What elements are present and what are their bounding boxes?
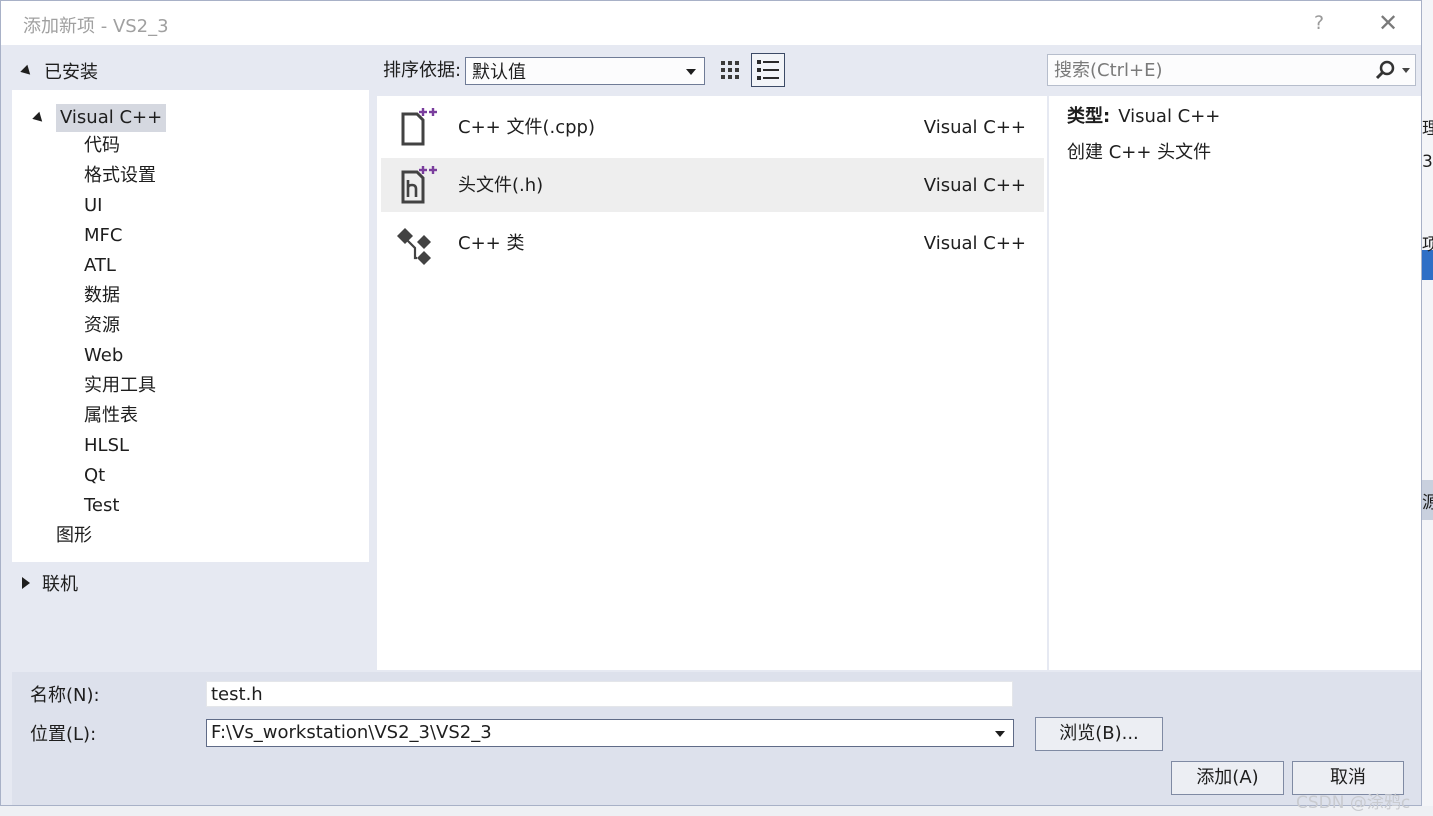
tree-item-qt[interactable]: Qt [84,462,105,490]
close-button[interactable]: ✕ [1371,7,1405,39]
watermark: CSDN @涂鸦c [1296,793,1411,813]
template-row-header-file[interactable]: 头文件(.h) Visual C++ [381,158,1044,212]
search-box[interactable] [1047,54,1416,86]
tree-item-data[interactable]: 数据 [84,282,120,310]
tree-item-formatting[interactable]: 格式设置 [84,162,156,190]
sort-label: 排序依据: [383,60,462,81]
template-name: C++ 类 [458,233,525,254]
tree-item-atl[interactable]: ATL [84,252,116,280]
help-button[interactable]: ? [1303,7,1335,39]
template-language: Visual C++ [923,233,1026,254]
online-label: 联机 [42,574,78,595]
ide-text-fragment: 理 [1422,119,1433,139]
tree-item-code[interactable]: 代码 [84,132,120,160]
template-row-cpp-file[interactable]: C++ 文件(.cpp) Visual C++ [381,100,1044,154]
chevron-down-icon[interactable] [1402,68,1410,73]
details-type-label: 类型: [1067,106,1111,127]
search-icon[interactable] [1374,60,1396,82]
location-value: F:\Vs_workstation\VS2_3\VS2_3 [211,722,492,743]
list-view-button[interactable] [751,53,785,87]
expand-arrow-icon[interactable] [32,111,46,125]
details-description: 创建 C++ 头文件 [1067,142,1212,163]
tree-item-visual-cpp[interactable]: Visual C++ [32,104,167,132]
tree-item-resources[interactable]: 资源 [84,312,120,340]
details-pane: 类型: Visual C++ 创建 C++ 头文件 [1049,96,1421,670]
tree-item-label: Visual C++ [56,104,167,132]
ide-text-fragment: 源 [1422,493,1433,513]
tree-item-property-sheets[interactable]: 属性表 [84,402,138,430]
installed-label: 已安装 [44,62,98,83]
tree-item-hlsl[interactable]: HLSL [84,432,129,460]
tree-item-utility[interactable]: 实用工具 [84,372,156,400]
template-language: Visual C++ [923,175,1026,196]
template-row-cpp-class[interactable]: C++ 类 Visual C++ [381,216,1044,270]
tree-online-header[interactable]: 联机 [22,570,78,596]
tree-item-mfc[interactable]: MFC [84,222,122,250]
sort-value: 默认值 [472,62,526,83]
location-label: 位置(L): [30,724,97,745]
location-dropdown[interactable]: F:\Vs_workstation\VS2_3\VS2_3 [206,719,1014,747]
template-name: C++ 文件(.cpp) [458,117,595,138]
expand-arrow-icon[interactable] [20,64,34,78]
title-bar[interactable]: 添加新项 - VS2_3 ? ✕ [1,1,1421,45]
details-type: 类型: Visual C++ [1067,104,1220,130]
chevron-down-icon [995,731,1005,737]
dialog-title: 添加新项 - VS2_3 [23,16,169,37]
tree-item-web[interactable]: Web [84,342,123,370]
tree-item-test[interactable]: Test [84,492,119,520]
ide-text-fragment: 项 [1422,235,1433,255]
list-view-icon [757,60,779,80]
search-input[interactable] [1054,59,1364,81]
grid-view-button[interactable] [714,54,746,86]
collapse-arrow-icon[interactable] [22,577,30,589]
tree-item-graphics[interactable]: 图形 [56,522,92,550]
sort-dropdown[interactable]: 默认值 [465,57,705,85]
cpp-class-icon [397,228,431,265]
grid-view-icon [721,61,739,79]
template-name: 头文件(.h) [458,175,544,196]
name-input[interactable] [206,681,1013,707]
tree-installed-header[interactable]: 已安装 [20,58,98,84]
tree-item-ui[interactable]: UI [84,192,102,220]
template-list: C++ 文件(.cpp) Visual C++ 头文件(.h) Visual C… [377,96,1047,670]
add-button[interactable]: 添加(A) [1171,761,1284,795]
details-type-value: Visual C++ [1118,106,1221,127]
cpp-file-icon [401,108,437,146]
category-tree: Visual C++ 代码 格式设置 UI MFC ATL 数据 资源 Web … [12,90,369,562]
template-language: Visual C++ [923,117,1026,138]
browse-button[interactable]: 浏览(B)... [1035,717,1163,751]
ide-text-fragment: 3' [1422,152,1433,172]
header-file-icon [401,166,437,204]
chevron-down-icon [686,69,696,75]
name-label: 名称(N): [30,685,100,706]
ide-background-bottom [0,806,1433,816]
